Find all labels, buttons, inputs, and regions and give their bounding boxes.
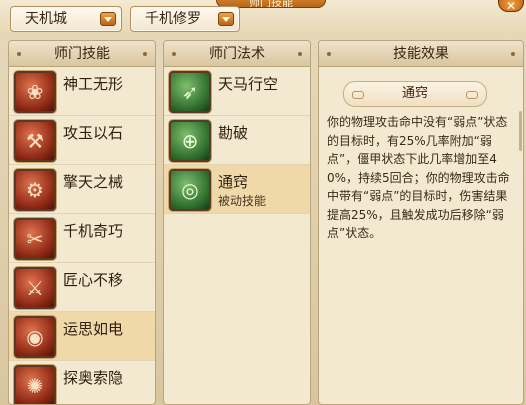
art-name: 通窍 [218,173,249,191]
effect-panel-header: 技能效果 [319,41,523,67]
skill-item[interactable]: ⚒ 攻玉以石 [9,116,155,165]
skill-name: 匠心不移 [63,271,124,289]
art-item[interactable]: ➶ 天马行空 [164,67,310,116]
effect-panel: 技能效果 通窍 你的物理攻击命中没有“弱点”状态的目标时，有25%几率附加“弱点… [318,40,524,405]
crossed-tools-icon: ✂ [14,218,56,260]
mech-pillar-icon: ⚙ [14,169,56,211]
skill-name: 攻玉以石 [63,124,124,142]
arts-panel: 师门法术 ➶ 天马行空 ⊕ 勘破 ◎ 通窍 被动技能 [163,40,311,405]
faction-dropdown[interactable]: 天机城 [10,6,122,32]
skill-item[interactable]: ⚔ 匠心不移 [9,263,155,312]
art-name: 勘破 [218,124,249,142]
skill-name: 千机奇巧 [63,222,124,240]
effect-skill-title: 通窍 [343,81,487,107]
target-crosshair-icon: ⊕ [169,120,211,162]
effect-description: 你的物理攻击命中没有“弱点”状态的目标时，有25%几率附加“弱点”，僵甲状态下此… [327,115,510,240]
spiral-icon: ✺ [14,365,56,404]
skill-item[interactable]: ❀ 神工无形 [9,67,155,116]
skill-item[interactable]: ✺ 探奥索隐 [9,361,155,404]
art-type-label: 被动技能 [218,194,267,208]
skill-name: 擎天之械 [63,173,124,191]
skill-name: 神工无形 [63,75,124,93]
arts-panel-header: 师门法术 [164,41,310,67]
winged-horse-icon: ➶ [169,71,211,113]
skills-panel-header: 师门技能 [9,41,155,67]
faction-value: 天机城 [25,11,67,27]
school-dropdown[interactable]: 千机修罗 [130,6,240,32]
dragon-emblem-icon: ❀ [14,71,56,113]
close-button[interactable]: ✕ [498,0,524,13]
close-icon: ✕ [505,0,517,13]
skills-list: ❀ 神工无形 ⚒ 攻玉以石 ⚙ 擎天之械 ✂ 千机奇巧 ⚔ 匠心不移 ◉ 运思如… [9,67,155,404]
school-value: 千机修罗 [145,11,201,27]
skill-item-selected[interactable]: ◉ 运思如电 [9,312,155,361]
swirl-eye-icon: ◉ [14,316,56,358]
hammer-icon: ⚔ [14,267,56,309]
arts-list: ➶ 天马行空 ⊕ 勘破 ◎ 通窍 被动技能 [164,67,310,214]
stone-rune-icon: ⚒ [14,120,56,162]
skill-item[interactable]: ⚙ 擎天之械 [9,165,155,214]
art-name: 天马行空 [218,75,279,93]
chevron-down-icon[interactable] [100,12,116,26]
art-item[interactable]: ⊕ 勘破 [164,116,310,165]
green-eye-icon: ◎ [169,169,211,211]
art-item-selected[interactable]: ◎ 通窍 被动技能 [164,165,310,214]
effect-scrollbar[interactable] [519,111,522,151]
skill-name: 探奥索隐 [63,369,124,387]
skills-window: 师门技能 ✕ 天机城 千机修罗 师门技能 ❀ 神工无形 ⚒ 攻玉以石 ⚙ 擎天之… [0,0,526,405]
top-bar: 师门技能 ✕ 天机城 千机修罗 [0,0,526,36]
skill-item[interactable]: ✂ 千机奇巧 [9,214,155,263]
chevron-down-icon[interactable] [218,12,234,26]
skill-name: 运思如电 [63,320,124,338]
skills-panel: 师门技能 ❀ 神工无形 ⚒ 攻玉以石 ⚙ 擎天之械 ✂ 千机奇巧 ⚔ 匠心不移 [8,40,156,405]
